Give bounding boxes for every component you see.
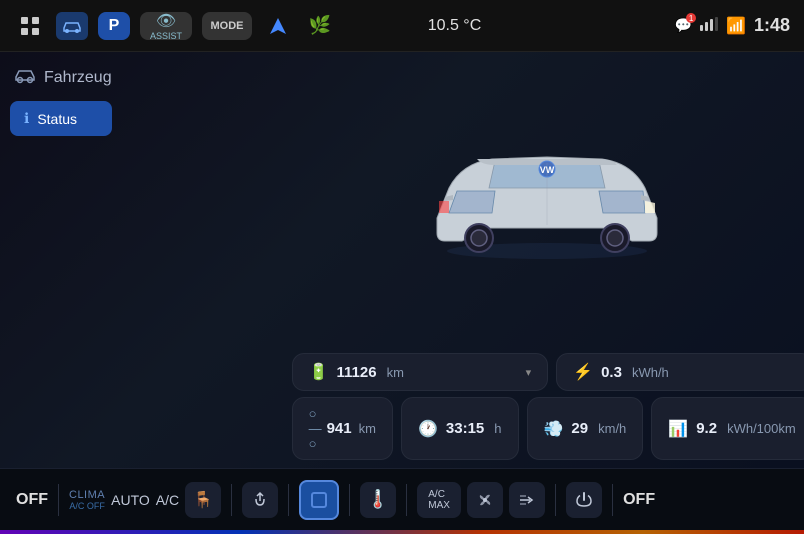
car-display: VW xyxy=(122,52,804,343)
duration-value: 33:15 xyxy=(446,420,484,437)
divider-7 xyxy=(612,484,613,516)
temperature-display: 10.5 °C xyxy=(346,17,563,35)
seat-icon[interactable]: 🪑 xyxy=(185,482,221,518)
avg-unit: kWh/100km xyxy=(727,421,796,436)
fan-icon[interactable] xyxy=(467,482,503,518)
main-content: Fahrzeug ℹ Status xyxy=(0,52,804,468)
power-btn[interactable] xyxy=(566,482,602,518)
message-icon[interactable]: 💬1 xyxy=(675,17,692,34)
range-value: 941 xyxy=(327,420,352,437)
status-bar: P 👁 ASSIST MODE 🌿 10.5 °C 💬1 📶 1: xyxy=(0,0,804,52)
speed-unit: km/h xyxy=(598,421,626,436)
ac-off-label: A/C OFF xyxy=(69,501,105,511)
ambient-bar xyxy=(0,530,804,534)
nav-icon[interactable] xyxy=(262,12,294,40)
signal-icon xyxy=(700,17,718,34)
consumption-card: ⚡ 0.3 kWh/h xyxy=(556,353,804,391)
parking-icon[interactable]: P xyxy=(98,12,130,40)
divider-5 xyxy=(406,484,407,516)
off-label: OFF xyxy=(16,491,48,509)
divider-6 xyxy=(555,484,556,516)
clima-group: CLIMA A/C OFF xyxy=(69,489,105,511)
svg-text:VW: VW xyxy=(540,165,555,175)
left-panel: Fahrzeug ℹ Status xyxy=(0,52,122,468)
section-title: Fahrzeug xyxy=(10,66,112,89)
duration-card: 🕐 33:15 h xyxy=(401,397,519,460)
temperature-value: 10.5 °C xyxy=(428,17,482,35)
power-off-label: OFF xyxy=(623,491,655,509)
status-label: Status xyxy=(37,111,77,127)
status-menu-item[interactable]: ℹ Status xyxy=(10,101,112,136)
stats-area: 🔋 11126 km ▾ ⚡ 0.3 kWh/h ○—○ 941 km xyxy=(122,343,804,468)
center-area: VW 🔋 11126 km ▾ ⚡ 0.3 xyxy=(122,52,804,468)
mode-icon[interactable]: MODE xyxy=(202,12,252,40)
airflow-icon[interactable] xyxy=(509,482,545,518)
heat-icon[interactable] xyxy=(242,482,278,518)
ac-max-btn[interactable]: A/CMAX xyxy=(417,482,461,518)
duration-unit: h xyxy=(494,421,501,436)
avg-icon: 📊 xyxy=(668,419,688,439)
speed-value: 29 xyxy=(571,420,588,437)
status-indicators: 💬1 📶 1:48 xyxy=(573,15,790,36)
odometer-value: 11126 xyxy=(337,364,377,381)
apps-icon[interactable] xyxy=(14,12,46,40)
divider-2 xyxy=(231,484,232,516)
temp-icon[interactable]: 🌡️ xyxy=(360,482,396,518)
consumption-icon: ⚡ xyxy=(573,362,593,382)
auto-label: AUTO xyxy=(111,492,150,508)
clock: 1:48 xyxy=(754,15,790,36)
divider-4 xyxy=(349,484,350,516)
assist-icon[interactable]: 👁 ASSIST xyxy=(140,12,192,40)
stat-row-2: ○—○ 941 km 🕐 33:15 h 💨 29 km/h 📊 9.2 xyxy=(292,397,804,460)
section-title-text: Fahrzeug xyxy=(44,69,112,87)
consumption-unit: kWh/h xyxy=(632,365,669,380)
nav-icons: P 👁 ASSIST MODE 🌿 xyxy=(14,12,336,40)
info-icon: ℹ xyxy=(24,110,29,127)
car-image: VW xyxy=(407,133,687,263)
range-card: ○—○ 941 km xyxy=(292,397,393,460)
range-unit: km xyxy=(359,421,376,436)
eco-icon[interactable]: 🌿 xyxy=(304,12,336,40)
car-icon[interactable] xyxy=(56,12,88,40)
odometer-card[interactable]: 🔋 11126 km ▾ xyxy=(292,353,549,391)
control-bar: OFF CLIMA A/C OFF AUTO A/C 🪑 🌡️ A/CMAX xyxy=(0,468,804,530)
chevron-down-icon[interactable]: ▾ xyxy=(526,366,532,379)
avg-value: 9.2 xyxy=(696,420,717,437)
screen-btn[interactable] xyxy=(299,480,339,520)
odometer-icon: 🔋 xyxy=(309,362,329,382)
clima-label: CLIMA xyxy=(69,489,105,501)
range-icon: ○—○ xyxy=(309,406,322,451)
odometer-unit: km xyxy=(387,365,404,380)
divider-3 xyxy=(288,484,289,516)
ac-label: A/C xyxy=(156,492,179,508)
avg-consumption-card: 📊 9.2 kWh/100km xyxy=(651,397,804,460)
divider-1 xyxy=(58,484,59,516)
wifi-icon: 📶 xyxy=(726,16,746,36)
stat-row-1: 🔋 11126 km ▾ ⚡ 0.3 kWh/h xyxy=(292,353,804,391)
speed-card: 💨 29 km/h xyxy=(527,397,644,460)
speed-icon: 💨 xyxy=(544,419,564,439)
vehicle-icon xyxy=(14,66,36,89)
clock-icon: 🕐 xyxy=(418,419,438,439)
consumption-value: 0.3 xyxy=(601,364,622,381)
